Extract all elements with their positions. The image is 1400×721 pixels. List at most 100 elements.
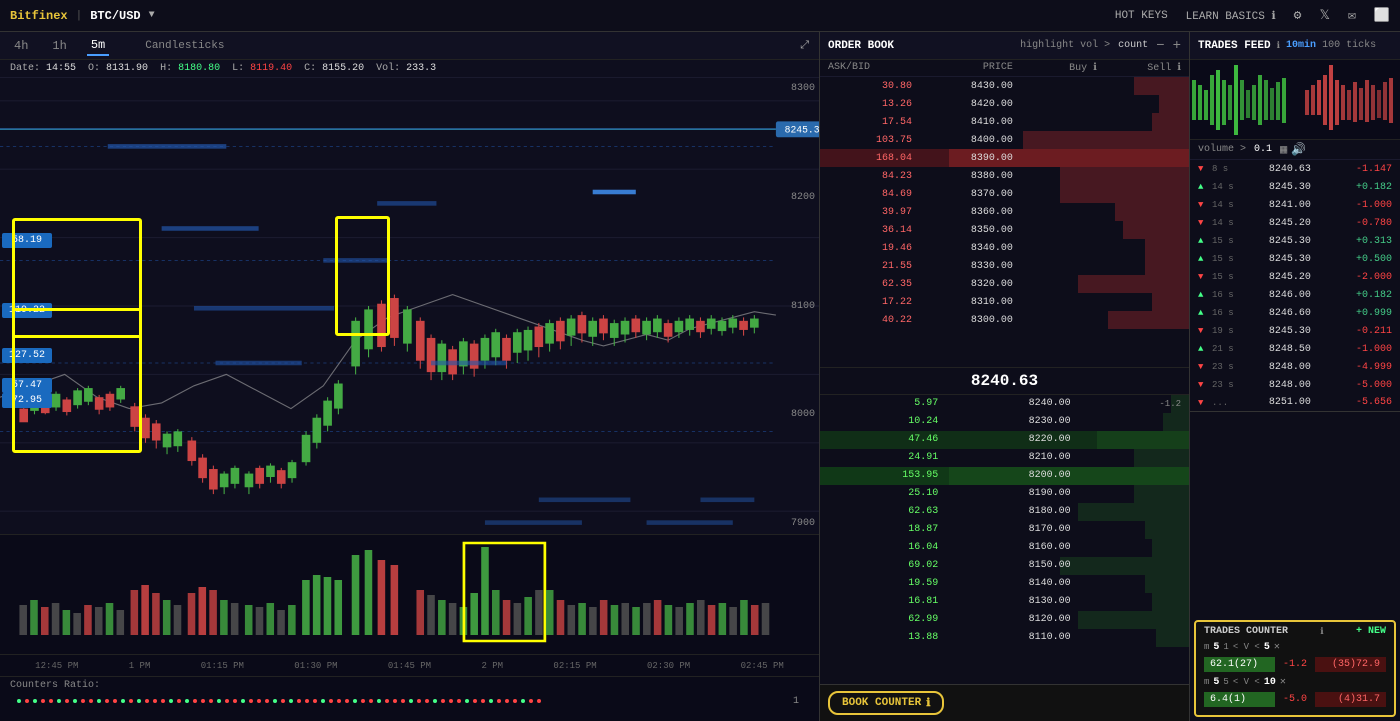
left-price-127: 127.52 [2, 348, 52, 363]
ob-ask-price: 8300.00 [912, 315, 1013, 326]
twitter-icon[interactable]: 𝕏 [1320, 8, 1330, 23]
left-price-72: 72.95 [2, 393, 52, 408]
ratio-dot [33, 699, 37, 703]
ob-minus-btn[interactable]: − [1156, 39, 1164, 53]
ob-ask-vol: 17.22 [828, 297, 912, 308]
ob-ask-row: 40.22 8300.00 [820, 311, 1189, 329]
ob-bid-vol: 16.04 [828, 542, 938, 553]
tf-time-period[interactable]: 10min [1286, 40, 1316, 51]
ob-plus-btn[interactable]: + [1173, 39, 1181, 53]
chart-open: 8131.90 [106, 63, 148, 74]
ob-ask-row: 168.04 8390.00 [820, 149, 1189, 167]
ob-col-price: PRICE [929, 62, 1013, 74]
ob-col-sell: Sell ℹ [1097, 62, 1181, 74]
tc-new-btn[interactable]: + NEW [1356, 626, 1386, 637]
ob-ask-row: 84.69 8370.00 [820, 185, 1189, 203]
ob-bid-vol: 10.24 [828, 416, 938, 427]
ob-bid-vol: 25.10 [828, 488, 938, 499]
tf-trade-row: ▲ 14 s 8245.30 +0.182 [1190, 178, 1400, 196]
tf-change: +0.182 [1339, 182, 1392, 193]
expand-icon[interactable]: ⤢ [800, 40, 809, 52]
candlestick-chart: 8245.30 [0, 78, 819, 534]
chart-high: 8180.80 [178, 63, 220, 74]
time-245: 02:45 PM [741, 661, 784, 671]
ob-ask-vol: 21.55 [828, 261, 912, 272]
ob-bid-vol: 19.59 [828, 578, 938, 589]
ratio-dot [513, 699, 517, 703]
tc-m1: m [1204, 642, 1209, 652]
tf-price: 8245.20 [1269, 218, 1335, 229]
ob-ask-row: 30.80 8430.00 [820, 77, 1189, 95]
volume-chart [0, 535, 820, 655]
tf-change: -1.000 [1339, 344, 1392, 355]
ratio-dot [337, 699, 341, 703]
tf-change: -5.000 [1339, 380, 1392, 391]
tf-change: -0.780 [1339, 218, 1392, 229]
speaker-icon: 🔊 [1291, 142, 1306, 157]
tc-num-5-1: 5 [1213, 642, 1219, 653]
ob-ask-vol: 84.69 [828, 189, 912, 200]
chart-close: 8155.20 [322, 63, 364, 74]
tf-price: 8241.00 [1269, 200, 1335, 211]
ob-bid-row: 10.24 8230.00 [820, 413, 1189, 431]
book-counter-text: BOOK COUNTER [842, 697, 921, 709]
tc-close-2[interactable]: ✕ [1280, 676, 1286, 688]
tf-price: 8248.50 [1269, 344, 1335, 355]
mail-icon[interactable]: ✉ [1348, 8, 1356, 23]
ratio-dot [105, 699, 109, 703]
tf-age: 23 s [1212, 380, 1265, 390]
ob-bid-price: 8220.00 [938, 434, 1070, 445]
tf-trade-row: ▼ 14 s 8241.00 -1.000 [1190, 196, 1400, 214]
ratio-dot [153, 699, 157, 703]
counters-ratio-bar: Counters Ratio: [0, 676, 819, 721]
tc-close-1[interactable]: ✕ [1274, 641, 1280, 653]
tf-price: 8245.30 [1269, 236, 1335, 247]
tab-1h[interactable]: 1h [48, 37, 70, 55]
ratio-dot [521, 699, 525, 703]
ob-col-headers: ASK/BID PRICE Buy ℹ Sell ℹ [820, 60, 1189, 77]
tf-price: 8248.00 [1269, 380, 1335, 391]
ob-bid-price: 8140.00 [938, 578, 1070, 589]
nav-dropdown-arrow[interactable]: ▼ [149, 10, 155, 21]
ob-ask-price: 8370.00 [912, 189, 1013, 200]
tab-5m[interactable]: 5m [87, 36, 109, 56]
tc-v2: < V < [1233, 677, 1260, 687]
ob-bid-row: 19.59 8140.00 [820, 575, 1189, 593]
price-box-72: 72.95 [2, 393, 52, 408]
tab-4h[interactable]: 4h [10, 37, 32, 55]
chart-canvas: 8245.30 58.19 119.22 127.52 57.47 72.95 … [0, 78, 819, 534]
nav-learn-basics[interactable]: LEARN BASICS ℹ [1186, 9, 1276, 23]
ratio-dot [537, 699, 541, 703]
gear-icon[interactable]: ⚙ [1294, 8, 1302, 23]
tf-price: 8245.20 [1269, 272, 1335, 283]
svg-text:8245.30: 8245.30 [785, 124, 819, 135]
ratio-dot [369, 699, 373, 703]
tc-red-val-2: (4)31.7 [1315, 692, 1386, 707]
nav-hotkeys[interactable]: HOT KEYS [1115, 10, 1168, 22]
ob-col-buy: Buy ℹ [1013, 62, 1097, 74]
tf-price: 8246.00 [1269, 290, 1335, 301]
ob-bid-vol: 16.81 [828, 596, 938, 607]
ratio-dot [113, 699, 117, 703]
ratio-dot [233, 699, 237, 703]
ob-bid-price: 8120.00 [938, 614, 1070, 625]
tf-mini-chart [1190, 60, 1400, 140]
ratio-dot [321, 699, 325, 703]
ob-highlight-label: highlight vol > [1020, 40, 1110, 51]
order-book-panel: ORDER BOOK highlight vol > count − + ASK… [820, 32, 1190, 721]
tf-price: 8251.00 [1269, 397, 1335, 408]
ob-count-label: count [1118, 40, 1148, 51]
nav-separator: | [76, 10, 83, 22]
chart-info-bar: Date: 14:55 O: 8131.90 H: 8180.80 L: 811… [0, 60, 819, 78]
chart-area: 4h 1h 5m Candlesticks ⤢ Date: 14:55 O: 8… [0, 32, 820, 721]
ratio-dot [385, 699, 389, 703]
tf-trade-row: ▼ 15 s 8245.20 -2.000 [1190, 268, 1400, 286]
window-icon[interactable]: ⬜ [1374, 8, 1390, 23]
ratio-dot [345, 699, 349, 703]
ob-ask-price: 8400.00 [912, 135, 1013, 146]
tf-dir-icon: ▲ [1198, 254, 1208, 264]
tf-price: 8246.60 [1269, 308, 1335, 319]
ob-ask-vol: 84.23 [828, 171, 912, 182]
nav-pair[interactable]: BTC/USD [90, 9, 140, 23]
tf-dir-icon: ▼ [1198, 200, 1208, 210]
